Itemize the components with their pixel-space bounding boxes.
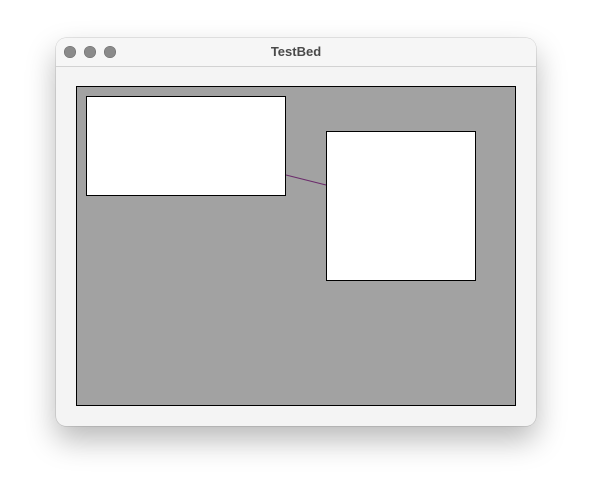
box-right[interactable] — [326, 131, 476, 281]
canvas-drawing — [86, 96, 476, 281]
connector-line — [285, 174, 327, 186]
title-bar[interactable]: TestBed — [56, 38, 536, 67]
window-title: TestBed — [270, 44, 322, 59]
drawing-canvas[interactable] — [76, 86, 516, 406]
app-window: TestBed — [56, 38, 536, 426]
box-left[interactable] — [86, 96, 286, 196]
